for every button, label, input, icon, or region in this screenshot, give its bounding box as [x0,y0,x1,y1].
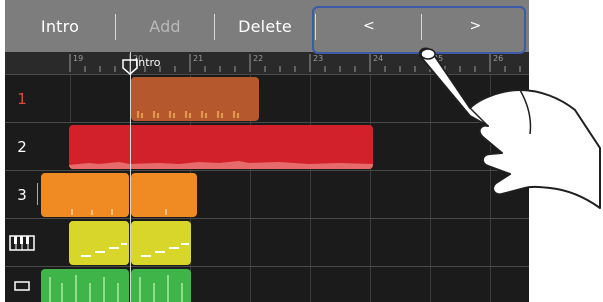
delete-button[interactable]: Delete [215,0,315,52]
bar-number: 23 [313,54,323,63]
marker-label: Intro [135,56,161,69]
playhead[interactable] [130,52,131,302]
audio-region[interactable] [41,269,129,302]
add-button[interactable]: Add [116,0,214,52]
bar-number: 21 [193,54,203,63]
pointing-hand-icon [418,47,601,209]
bar-number: 19 [73,54,83,63]
bar-number: 24 [373,54,383,63]
midi-region[interactable] [69,221,129,265]
audio-region[interactable] [131,269,191,302]
track-label [5,267,39,302]
track-5[interactable] [5,266,529,302]
drum-icon [14,281,30,291]
track-label: 2 [17,137,27,156]
audio-region[interactable] [69,125,373,169]
midi-region[interactable] [131,221,191,265]
track-label [5,219,39,266]
audio-region[interactable] [131,173,197,217]
intro-button[interactable]: Intro [5,0,115,52]
track-label: 1 [17,89,27,108]
track-label: 3 [17,185,27,204]
piano-icon [9,234,35,251]
bar-number: 22 [253,54,263,63]
audio-region[interactable] [131,77,259,121]
audio-region[interactable] [41,173,129,217]
